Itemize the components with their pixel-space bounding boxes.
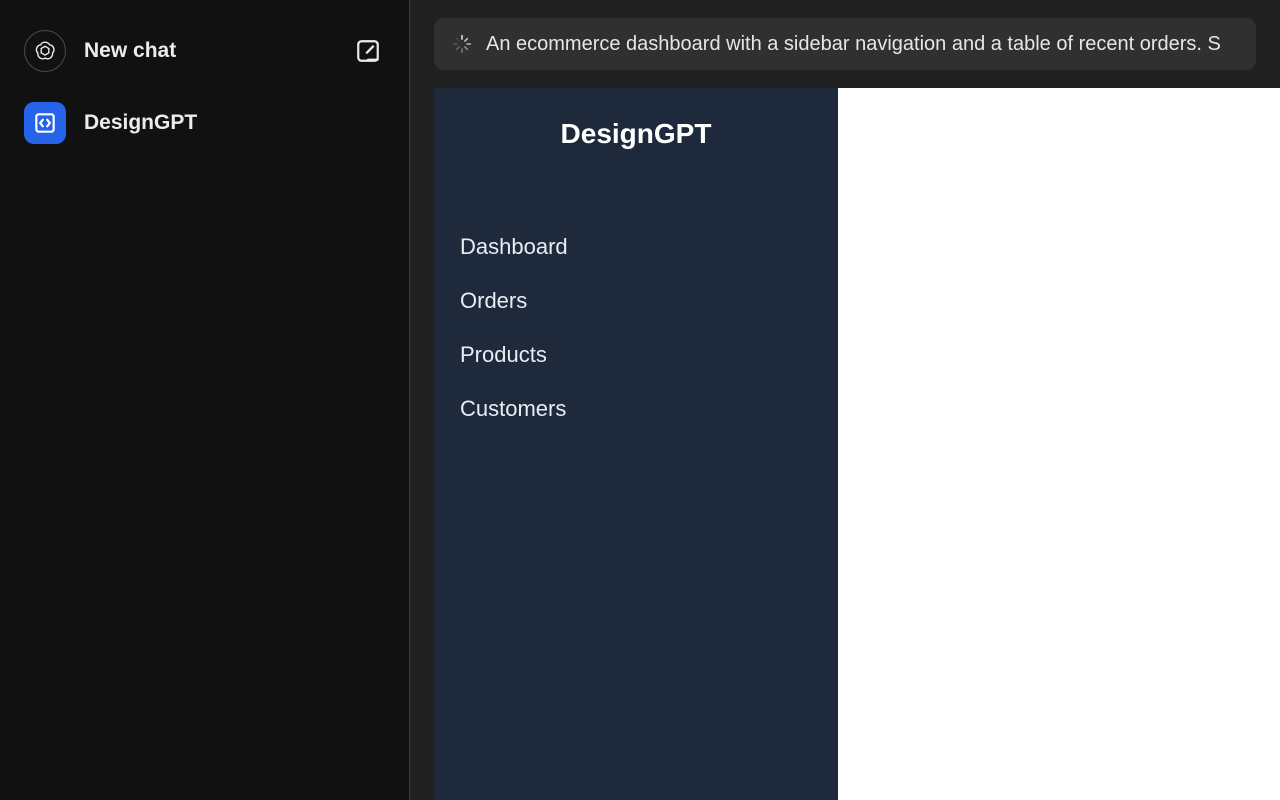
app-root: New chat DesignGPT bbox=[0, 0, 1280, 800]
prompt-input[interactable]: An ecommerce dashboard with a sidebar na… bbox=[434, 18, 1256, 70]
nav-item-products[interactable]: Products bbox=[460, 328, 812, 382]
nav-item-dashboard[interactable]: Dashboard bbox=[460, 220, 812, 274]
main-area: An ecommerce dashboard with a sidebar na… bbox=[410, 0, 1280, 800]
chat-sidebar: New chat DesignGPT bbox=[0, 0, 410, 800]
sidebar-item-designgpt[interactable]: DesignGPT bbox=[24, 102, 385, 144]
code-square-icon bbox=[24, 102, 66, 144]
preview-brand: DesignGPT bbox=[460, 118, 812, 150]
compose-icon[interactable] bbox=[351, 34, 385, 68]
nav-item-customers[interactable]: Customers bbox=[460, 382, 812, 436]
loading-spinner-icon bbox=[452, 34, 472, 54]
new-chat-row[interactable]: New chat bbox=[24, 30, 385, 72]
openai-logo-icon bbox=[24, 30, 66, 72]
sidebar-item-label: DesignGPT bbox=[84, 111, 385, 135]
preview-canvas: DesignGPT Dashboard Orders Products Cust… bbox=[434, 88, 1280, 800]
nav-item-orders[interactable]: Orders bbox=[460, 274, 812, 328]
new-chat-label: New chat bbox=[84, 39, 333, 63]
prompt-text: An ecommerce dashboard with a sidebar na… bbox=[486, 33, 1221, 56]
preview-sidebar: DesignGPT Dashboard Orders Products Cust… bbox=[434, 88, 838, 800]
preview-content-area bbox=[838, 88, 1280, 800]
